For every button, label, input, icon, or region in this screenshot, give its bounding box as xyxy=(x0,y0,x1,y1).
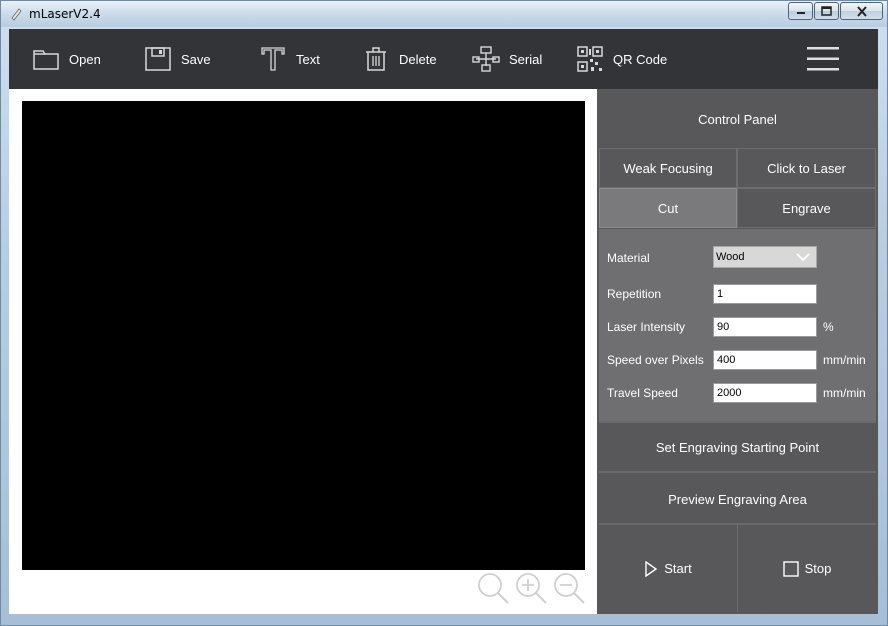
speed-pixels-unit: mm/min xyxy=(823,353,866,367)
play-icon xyxy=(645,560,658,577)
travel-speed-row: Travel Speed xyxy=(607,382,711,404)
intensity-field[interactable]: 90 xyxy=(713,317,817,337)
stop-button[interactable]: Stop xyxy=(738,525,876,612)
close-button[interactable] xyxy=(840,2,883,20)
repetition-row: Repetition xyxy=(607,283,711,305)
serial-network-icon xyxy=(472,45,500,73)
material-row: Material xyxy=(607,247,711,269)
save-label: Save xyxy=(181,51,211,67)
qr-code-button[interactable]: QR Code xyxy=(576,29,667,89)
serial-label: Serial xyxy=(509,51,543,67)
engraving-canvas[interactable] xyxy=(22,101,585,570)
delete-button[interactable]: Delete xyxy=(362,29,437,89)
preview-area-button[interactable]: Preview Engraving Area xyxy=(599,475,876,523)
speed-pixels-field[interactable]: 400 xyxy=(713,350,817,370)
intensity-row: Laser Intensity xyxy=(607,316,711,338)
window-title: mLaserV2.4 xyxy=(29,7,101,21)
start-button[interactable]: Start xyxy=(599,525,737,612)
folder-icon xyxy=(32,45,60,73)
weak-focusing-button[interactable]: Weak Focusing xyxy=(599,148,737,188)
minimize-icon xyxy=(796,12,805,14)
minimize-button[interactable] xyxy=(788,2,813,20)
material-label: Material xyxy=(607,251,650,265)
close-icon xyxy=(856,5,867,17)
speed-pixels-label: Speed over Pixels xyxy=(607,353,704,367)
window-controls xyxy=(787,2,883,20)
text-button[interactable]: Text xyxy=(259,29,320,89)
intensity-unit: % xyxy=(823,320,834,334)
maximize-button[interactable] xyxy=(814,2,839,20)
qr-code-label: QR Code xyxy=(613,51,668,67)
zoom-fit-icon[interactable] xyxy=(475,570,511,606)
intensity-label: Laser Intensity xyxy=(607,320,686,334)
cut-mode-button[interactable]: Cut xyxy=(599,188,737,228)
title-bar[interactable]: mLaserV2.4 xyxy=(1,1,887,27)
control-panel: Control Panel Weak Focusing Click to Las… xyxy=(597,89,878,614)
repetition-field[interactable]: 1 xyxy=(713,284,817,304)
trash-icon xyxy=(362,45,390,73)
start-label: Start xyxy=(664,561,692,576)
material-value: Wood xyxy=(716,251,745,263)
stop-label: Stop xyxy=(804,561,832,576)
app-window: mLaserV2.4 Open Save Text Delete Serial … xyxy=(0,0,888,626)
material-select[interactable]: Wood xyxy=(713,246,817,268)
travel-speed-unit: mm/min xyxy=(823,386,866,400)
canvas-area xyxy=(9,89,597,614)
text-label: Text xyxy=(296,51,320,67)
qr-code-icon xyxy=(576,45,604,73)
divider xyxy=(599,471,876,473)
floppy-disk-icon xyxy=(144,45,172,73)
zoom-out-icon[interactable] xyxy=(551,570,587,606)
set-starting-point-button[interactable]: Set Engraving Starting Point xyxy=(599,423,876,471)
main-toolbar: Open Save Text Delete Serial QR Code xyxy=(9,29,878,89)
stop-icon xyxy=(782,560,799,577)
repetition-label: Repetition xyxy=(607,287,662,301)
hamburger-menu-icon[interactable] xyxy=(807,45,839,73)
zoom-tools xyxy=(475,570,589,606)
control-panel-title: Control Panel xyxy=(599,91,876,147)
engrave-mode-button[interactable]: Engrave xyxy=(737,188,876,228)
travel-speed-field[interactable]: 2000 xyxy=(713,383,817,403)
speed-pixels-row: Speed over Pixels xyxy=(607,349,711,371)
save-button[interactable]: Save xyxy=(144,29,211,89)
serial-button[interactable]: Serial xyxy=(472,29,542,89)
open-label: Open xyxy=(69,51,101,67)
chevron-down-icon xyxy=(796,253,810,262)
delete-label: Delete xyxy=(399,51,437,67)
text-tool-icon xyxy=(259,45,287,73)
app-icon xyxy=(11,8,22,21)
click-to-laser-button[interactable]: Click to Laser xyxy=(737,148,876,188)
travel-speed-label: Travel Speed xyxy=(607,386,678,400)
open-button[interactable]: Open xyxy=(32,29,101,89)
zoom-in-icon[interactable] xyxy=(513,570,549,606)
maximize-icon xyxy=(821,6,832,16)
laser-settings: Material Wood Repetition 1 Laser Intensi… xyxy=(599,229,876,421)
